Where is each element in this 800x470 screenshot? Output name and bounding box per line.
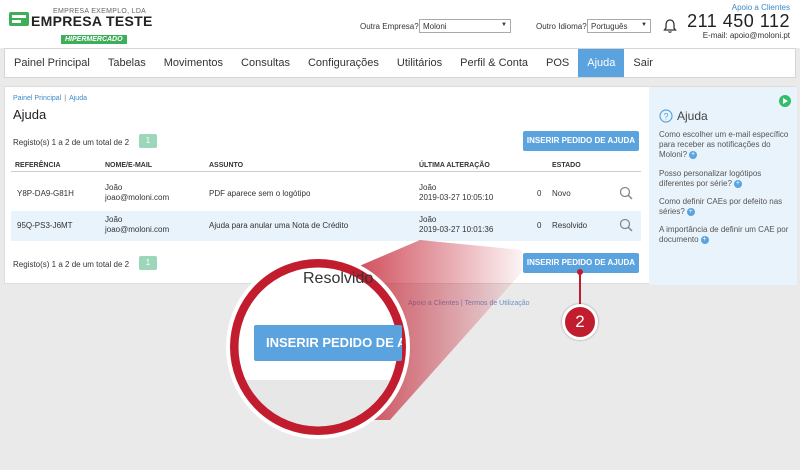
nav-item-ajuda[interactable]: Ajuda	[578, 49, 625, 77]
faq-text: Posso personalizar logótipos diferentes …	[659, 169, 762, 188]
plus-icon: +	[686, 207, 695, 216]
question-circle-icon: ?	[659, 109, 673, 123]
company-brand: EMPRESA EXEMPLO, LDA EMPRESA TESTE HIPER…	[31, 8, 153, 46]
records-count-top: Registo(s) 1 a 2 de um total de 2	[13, 138, 130, 147]
zoom-status-text: Resolvido	[303, 270, 374, 287]
other-language-select[interactable]: Português ▼	[587, 19, 651, 33]
top-header: EMPRESA EXEMPLO, LDA EMPRESA TESTE HIPER…	[0, 0, 800, 48]
row-email: joao@moloni.com	[105, 193, 170, 202]
nav-item-pos[interactable]: POS	[537, 49, 578, 77]
nav-item-painel-principal[interactable]: Painel Principal	[5, 49, 99, 77]
moloni-logo-icon	[9, 12, 29, 26]
magnifier-icon[interactable]	[619, 218, 633, 232]
breadcrumb-item-ajuda[interactable]: Ajuda	[69, 95, 87, 102]
faq-item[interactable]: Posso personalizar logótipos diferentes …	[659, 169, 789, 189]
column-header-reference: REFERÊNCIA	[15, 162, 61, 169]
step-number-badge: 2	[562, 304, 598, 340]
dropdown-arrow-icon: ▼	[641, 22, 647, 28]
column-header-last-change: ÚLTIMA ALTERAÇÃO	[419, 162, 490, 169]
nav-item-sair[interactable]: Sair	[624, 49, 662, 77]
zoom-lens-gap	[238, 380, 398, 427]
nav-item-movimentos[interactable]: Movimentos	[155, 49, 232, 77]
footer-links[interactable]: Apoio a Clientes | Termos de Utilização	[408, 300, 530, 307]
help-sidebar-title: Ajuda	[677, 109, 708, 123]
zoom-insert-button: INSERIR PEDIDO DE AJUDA	[254, 325, 402, 361]
nav-item-perfil-conta[interactable]: Perfil & Conta	[451, 49, 537, 77]
other-company-value: Moloni	[423, 22, 447, 31]
page-title: Ajuda	[13, 107, 47, 122]
pagination-page-top[interactable]: 1	[139, 134, 157, 148]
faq-text: A importância de definir um CAE por docu…	[659, 225, 789, 244]
play-video-icon[interactable]	[779, 95, 791, 107]
row-name: João	[105, 183, 123, 192]
plus-icon: +	[733, 179, 742, 188]
table-row[interactable]: Y8P-DA9-G81H João joao@moloni.com PDF ap…	[11, 179, 641, 209]
faq-text: Como escolher um e-mail específico para …	[659, 130, 789, 159]
content-panel: Painel Principal | Ajuda Ajuda Registo(s) …	[4, 86, 797, 285]
row-reference: 95Q-PS3-J6MT	[17, 221, 73, 230]
row-status: Resolvido	[552, 221, 588, 230]
insert-help-request-button-top[interactable]: INSERIR PEDIDO DE AJUDA	[523, 131, 639, 151]
company-name: EMPRESA TESTE	[31, 13, 153, 29]
table-row[interactable]: 95Q-PS3-J6MT João joao@moloni.com Ajuda …	[11, 211, 641, 241]
table-header-divider	[11, 171, 641, 172]
faq-item[interactable]: A importância de definir um CAE por docu…	[659, 225, 789, 245]
support-email: E-mail: apoio@moloni.pt	[702, 31, 790, 40]
column-header-status: ESTADO	[552, 162, 581, 169]
pagination-page-bottom[interactable]: 1	[139, 256, 157, 270]
other-language-label: Outro Idioma?	[536, 22, 587, 31]
nav-item-tabelas[interactable]: Tabelas	[99, 49, 155, 77]
faq-text: Como definir CAEs por defeito nas séries…	[659, 197, 783, 216]
svg-text:?: ?	[663, 112, 668, 122]
nav-item-utilitarios[interactable]: Utilitários	[388, 49, 451, 77]
faq-item[interactable]: Como escolher um e-mail específico para …	[659, 130, 789, 160]
records-count-bottom: Registo(s) 1 a 2 de um total de 2	[13, 260, 130, 269]
column-header-subject: ASSUNTO	[209, 162, 244, 169]
row-subject: Ajuda para anular uma Nota de Crédito	[209, 221, 349, 230]
support-phone: 211 450 112	[687, 11, 790, 31]
company-tag: HIPERMERCADO	[61, 35, 127, 44]
plus-icon: +	[700, 235, 709, 244]
row-changed-at: 2019-03-27 10:05:10	[419, 193, 494, 202]
row-name: João	[105, 215, 123, 224]
faq-item[interactable]: Como definir CAEs por defeito nas séries…	[659, 197, 789, 217]
nav-item-consultas[interactable]: Consultas	[232, 49, 299, 77]
breadcrumb: Painel Principal | Ajuda	[13, 95, 87, 102]
bell-icon[interactable]	[662, 18, 678, 34]
row-count: 0	[537, 189, 542, 198]
row-changed-by: João	[419, 215, 437, 224]
other-company-select[interactable]: Moloni ▼	[419, 19, 511, 33]
row-status: Novo	[552, 189, 571, 198]
main-nav: Painel Principal Tabelas Movimentos Cons…	[4, 48, 796, 78]
row-count: 0	[537, 221, 542, 230]
row-reference: Y8P-DA9-G81H	[17, 189, 74, 198]
nav-item-configuracoes[interactable]: Configurações	[299, 49, 388, 77]
magnifier-icon[interactable]	[619, 186, 633, 200]
row-changed-by: João	[419, 183, 437, 192]
help-sidebar: ? Ajuda Como escolher um e-mail específi…	[649, 87, 797, 285]
support-block: Apoio a Clientes 211 450 112 E-mail: apo…	[687, 3, 790, 40]
row-changed-at: 2019-03-27 10:01:36	[419, 225, 494, 234]
insert-help-request-button-bottom[interactable]: INSERIR PEDIDO DE AJUDA	[523, 253, 639, 273]
other-language-value: Português	[591, 22, 628, 31]
column-header-name-email: NOME/E-MAIL	[105, 162, 153, 169]
plus-icon: +	[689, 150, 698, 159]
row-email: joao@moloni.com	[105, 225, 170, 234]
dropdown-arrow-icon: ▼	[501, 22, 507, 28]
row-subject: PDF aparece sem o logótipo	[209, 189, 311, 198]
breadcrumb-item-painel[interactable]: Painel Principal	[13, 95, 61, 102]
other-company-label: Outra Empresa?	[360, 22, 419, 31]
